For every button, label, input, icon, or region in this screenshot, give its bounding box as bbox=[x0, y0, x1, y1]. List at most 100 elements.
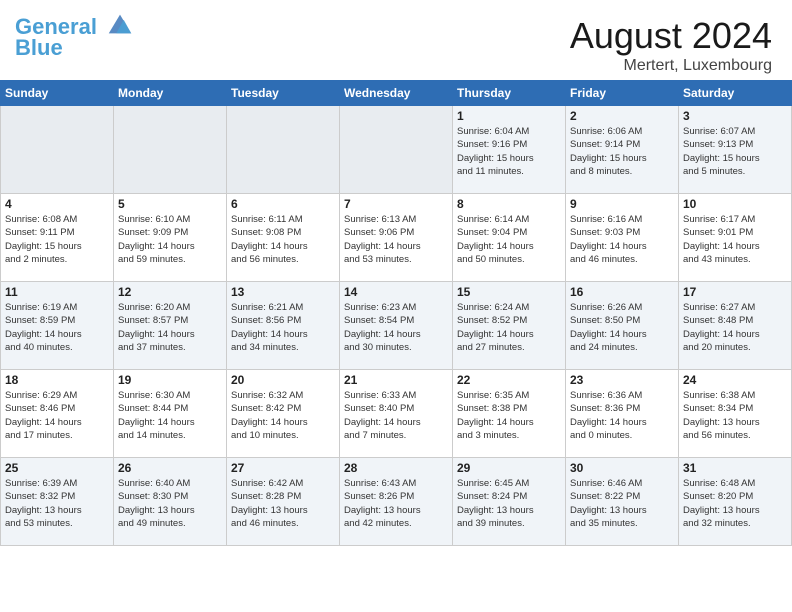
calendar-cell: 31 Sunrise: 6:48 AM Sunset: 8:20 PM Dayli… bbox=[679, 458, 792, 546]
calendar-cell: 10 Sunrise: 6:17 AM Sunset: 9:01 PM Dayli… bbox=[679, 194, 792, 282]
day-info: Sunrise: 6:16 AM Sunset: 9:03 PM Dayligh… bbox=[570, 213, 674, 266]
calendar-cell: 4 Sunrise: 6:08 AM Sunset: 9:11 PM Daylig… bbox=[1, 194, 114, 282]
calendar-cell: 17 Sunrise: 6:27 AM Sunset: 8:48 PM Dayli… bbox=[679, 282, 792, 370]
calendar-cell: 5Sunrise: 6:10 AM Sunset: 9:09 PM Daylig… bbox=[114, 194, 227, 282]
day-number: 28 bbox=[344, 461, 448, 475]
calendar-week-3: 11Sunrise: 6:19 AM Sunset: 8:59 PM Dayli… bbox=[1, 282, 792, 370]
day-number: 25 bbox=[5, 461, 109, 475]
calendar-cell: 30 Sunrise: 6:46 AM Sunset: 8:22 PM Dayli… bbox=[566, 458, 679, 546]
day-info: Sunrise: 6:27 AM Sunset: 8:48 PM Dayligh… bbox=[683, 301, 787, 354]
column-header-sunday: Sunday bbox=[1, 81, 114, 106]
calendar-cell: 19 Sunrise: 6:30 AM Sunset: 8:44 PM Dayli… bbox=[114, 370, 227, 458]
column-header-saturday: Saturday bbox=[679, 81, 792, 106]
calendar-header-row: SundayMondayTuesdayWednesdayThursdayFrid… bbox=[1, 81, 792, 106]
calendar: SundayMondayTuesdayWednesdayThursdayFrid… bbox=[0, 80, 792, 546]
day-info: Sunrise: 6:38 AM Sunset: 8:34 PM Dayligh… bbox=[683, 389, 787, 442]
calendar-cell: 21 Sunrise: 6:33 AM Sunset: 8:40 PM Dayli… bbox=[340, 370, 453, 458]
day-info: Sunrise: 6:43 AM Sunset: 8:26 PM Dayligh… bbox=[344, 477, 448, 530]
calendar-cell: 22 Sunrise: 6:35 AM Sunset: 8:38 PM Dayli… bbox=[453, 370, 566, 458]
day-info: Sunrise: 6:04 AM Sunset: 9:16 PM Dayligh… bbox=[457, 125, 561, 178]
day-info: Sunrise: 6:07 AM Sunset: 9:13 PM Dayligh… bbox=[683, 125, 787, 178]
column-header-monday: Monday bbox=[114, 81, 227, 106]
column-header-thursday: Thursday bbox=[453, 81, 566, 106]
calendar-cell: 18Sunrise: 6:29 AM Sunset: 8:46 PM Dayli… bbox=[1, 370, 114, 458]
calendar-week-2: 4 Sunrise: 6:08 AM Sunset: 9:11 PM Daylig… bbox=[1, 194, 792, 282]
day-info: Sunrise: 6:46 AM Sunset: 8:22 PM Dayligh… bbox=[570, 477, 674, 530]
calendar-cell: 13 Sunrise: 6:21 AM Sunset: 8:56 PM Dayli… bbox=[227, 282, 340, 370]
day-info: Sunrise: 6:29 AM Sunset: 8:46 PM Dayligh… bbox=[5, 389, 109, 442]
calendar-cell: 7Sunrise: 6:13 AM Sunset: 9:06 PM Daylig… bbox=[340, 194, 453, 282]
calendar-cell: 15 Sunrise: 6:24 AM Sunset: 8:52 PM Dayli… bbox=[453, 282, 566, 370]
calendar-cell: 23Sunrise: 6:36 AM Sunset: 8:36 PM Dayli… bbox=[566, 370, 679, 458]
day-info: Sunrise: 6:24 AM Sunset: 8:52 PM Dayligh… bbox=[457, 301, 561, 354]
day-info: Sunrise: 6:10 AM Sunset: 9:09 PM Dayligh… bbox=[118, 213, 222, 266]
day-number: 22 bbox=[457, 373, 561, 387]
day-number: 27 bbox=[231, 461, 335, 475]
calendar-cell: 12 Sunrise: 6:20 AM Sunset: 8:57 PM Dayli… bbox=[114, 282, 227, 370]
day-number: 30 bbox=[570, 461, 674, 475]
calendar-cell: 27 Sunrise: 6:42 AM Sunset: 8:28 PM Dayli… bbox=[227, 458, 340, 546]
day-number: 16 bbox=[570, 285, 674, 299]
logo-icon bbox=[105, 9, 135, 39]
day-number: 4 bbox=[5, 197, 109, 211]
day-number: 3 bbox=[683, 109, 787, 123]
column-header-friday: Friday bbox=[566, 81, 679, 106]
calendar-cell: 24 Sunrise: 6:38 AM Sunset: 8:34 PM Dayli… bbox=[679, 370, 792, 458]
column-header-wednesday: Wednesday bbox=[340, 81, 453, 106]
logo-blue: Blue bbox=[15, 39, 135, 57]
day-info: Sunrise: 6:33 AM Sunset: 8:40 PM Dayligh… bbox=[344, 389, 448, 442]
day-info: Sunrise: 6:40 AM Sunset: 8:30 PM Dayligh… bbox=[118, 477, 222, 530]
day-info: Sunrise: 6:39 AM Sunset: 8:32 PM Dayligh… bbox=[5, 477, 109, 530]
calendar-cell bbox=[1, 106, 114, 194]
day-info: Sunrise: 6:11 AM Sunset: 9:08 PM Dayligh… bbox=[231, 213, 335, 266]
day-number: 10 bbox=[683, 197, 787, 211]
calendar-cell bbox=[340, 106, 453, 194]
day-number: 15 bbox=[457, 285, 561, 299]
day-number: 2 bbox=[570, 109, 674, 123]
day-info: Sunrise: 6:17 AM Sunset: 9:01 PM Dayligh… bbox=[683, 213, 787, 266]
day-number: 29 bbox=[457, 461, 561, 475]
month-year: August 2024 bbox=[570, 15, 772, 57]
day-number: 31 bbox=[683, 461, 787, 475]
day-info: Sunrise: 6:20 AM Sunset: 8:57 PM Dayligh… bbox=[118, 301, 222, 354]
day-info: Sunrise: 6:06 AM Sunset: 9:14 PM Dayligh… bbox=[570, 125, 674, 178]
day-number: 24 bbox=[683, 373, 787, 387]
day-info: Sunrise: 6:14 AM Sunset: 9:04 PM Dayligh… bbox=[457, 213, 561, 266]
day-number: 13 bbox=[231, 285, 335, 299]
day-number: 9 bbox=[570, 197, 674, 211]
calendar-cell: 28 Sunrise: 6:43 AM Sunset: 8:26 PM Dayli… bbox=[340, 458, 453, 546]
day-number: 11 bbox=[5, 285, 109, 299]
calendar-cell: 8 Sunrise: 6:14 AM Sunset: 9:04 PM Daylig… bbox=[453, 194, 566, 282]
day-info: Sunrise: 6:21 AM Sunset: 8:56 PM Dayligh… bbox=[231, 301, 335, 354]
calendar-cell: 14Sunrise: 6:23 AM Sunset: 8:54 PM Dayli… bbox=[340, 282, 453, 370]
day-info: Sunrise: 6:30 AM Sunset: 8:44 PM Dayligh… bbox=[118, 389, 222, 442]
column-header-tuesday: Tuesday bbox=[227, 81, 340, 106]
day-number: 1 bbox=[457, 109, 561, 123]
day-number: 19 bbox=[118, 373, 222, 387]
day-info: Sunrise: 6:42 AM Sunset: 8:28 PM Dayligh… bbox=[231, 477, 335, 530]
month-title: August 2024 Mertert, Luxembourg bbox=[570, 15, 772, 75]
calendar-cell: 6Sunrise: 6:11 AM Sunset: 9:08 PM Daylig… bbox=[227, 194, 340, 282]
day-number: 26 bbox=[118, 461, 222, 475]
day-info: Sunrise: 6:08 AM Sunset: 9:11 PM Dayligh… bbox=[5, 213, 109, 266]
calendar-cell bbox=[227, 106, 340, 194]
calendar-cell: 20Sunrise: 6:32 AM Sunset: 8:42 PM Dayli… bbox=[227, 370, 340, 458]
location: Mertert, Luxembourg bbox=[570, 57, 772, 75]
day-number: 14 bbox=[344, 285, 448, 299]
day-info: Sunrise: 6:32 AM Sunset: 8:42 PM Dayligh… bbox=[231, 389, 335, 442]
calendar-cell: 16Sunrise: 6:26 AM Sunset: 8:50 PM Dayli… bbox=[566, 282, 679, 370]
day-number: 8 bbox=[457, 197, 561, 211]
day-number: 23 bbox=[570, 373, 674, 387]
day-info: Sunrise: 6:48 AM Sunset: 8:20 PM Dayligh… bbox=[683, 477, 787, 530]
calendar-week-1: 1 Sunrise: 6:04 AM Sunset: 9:16 PM Daylig… bbox=[1, 106, 792, 194]
calendar-body: 1 Sunrise: 6:04 AM Sunset: 9:16 PM Daylig… bbox=[1, 106, 792, 546]
day-info: Sunrise: 6:13 AM Sunset: 9:06 PM Dayligh… bbox=[344, 213, 448, 266]
day-info: Sunrise: 6:35 AM Sunset: 8:38 PM Dayligh… bbox=[457, 389, 561, 442]
day-info: Sunrise: 6:45 AM Sunset: 8:24 PM Dayligh… bbox=[457, 477, 561, 530]
day-number: 17 bbox=[683, 285, 787, 299]
calendar-cell: 1 Sunrise: 6:04 AM Sunset: 9:16 PM Daylig… bbox=[453, 106, 566, 194]
day-number: 12 bbox=[118, 285, 222, 299]
page-header: General Blue August 2024 Mertert, Luxemb… bbox=[0, 0, 792, 80]
calendar-cell: 25 Sunrise: 6:39 AM Sunset: 8:32 PM Dayli… bbox=[1, 458, 114, 546]
day-number: 21 bbox=[344, 373, 448, 387]
